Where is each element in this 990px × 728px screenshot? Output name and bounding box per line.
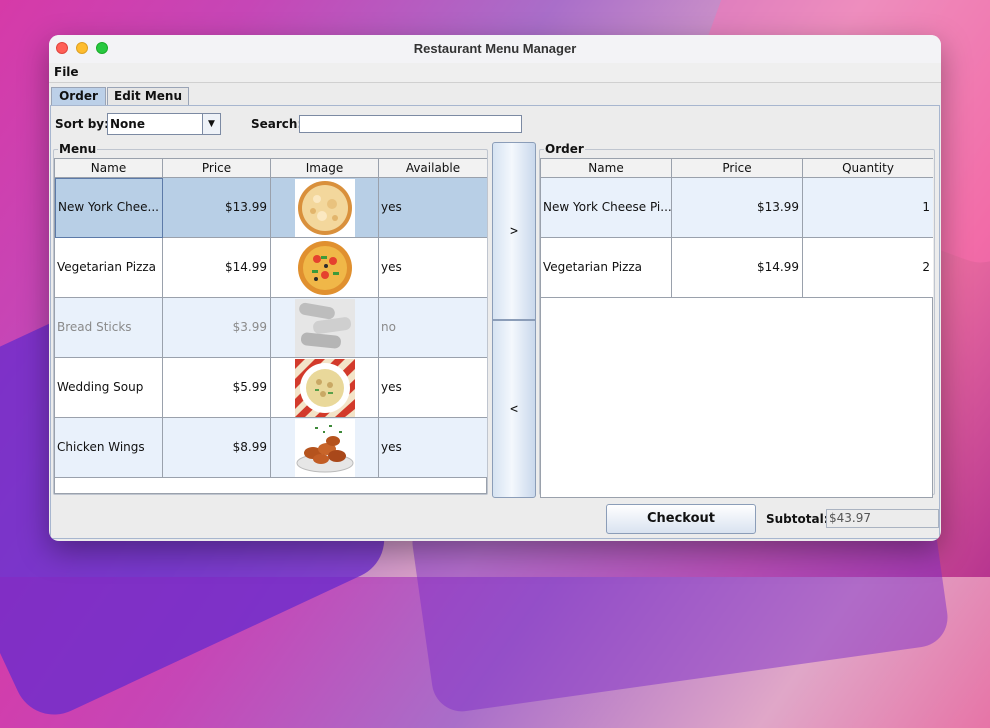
menu-cell-name: Vegetarian Pizza [55, 238, 163, 298]
order-table[interactable]: Name Price Quantity New York Cheese Pi..… [540, 158, 933, 498]
menu-cell-available: yes [379, 178, 487, 238]
remove-from-order-button[interactable]: < [492, 320, 536, 498]
sort-label: Sort by: [55, 117, 109, 131]
order-col-price[interactable]: Price [672, 159, 803, 178]
table-row[interactable]: Chicken Wings $8.99 yes [55, 418, 487, 478]
search-input[interactable] [299, 115, 522, 133]
menu-cell-name: Chicken Wings [55, 418, 163, 478]
checkout-button[interactable]: Checkout [606, 504, 756, 534]
cheese-pizza-image [271, 178, 379, 238]
menu-cell-price: $8.99 [163, 418, 271, 478]
menu-cell-available: yes [379, 418, 487, 478]
order-cell-quantity: 2 [803, 238, 933, 298]
order-cell-price: $14.99 [672, 238, 803, 298]
menu-table[interactable]: Name Price Image Available New York Chee… [54, 158, 487, 494]
order-col-name[interactable]: Name [541, 159, 672, 178]
menu-col-image[interactable]: Image [271, 159, 379, 178]
subtotal-label: Subtotal: [766, 512, 829, 526]
menu-cell-price: $5.99 [163, 358, 271, 418]
window-title: Restaurant Menu Manager [413, 41, 577, 56]
menu-group-title: Menu [58, 142, 98, 156]
menu-cell-available: no [379, 298, 487, 358]
menu-col-available[interactable]: Available [379, 159, 487, 178]
sort-selected-value: None [110, 117, 145, 131]
close-window-button[interactable] [56, 42, 68, 54]
menu-col-price[interactable]: Price [163, 159, 271, 178]
menu-cell-price: $13.99 [163, 178, 271, 238]
order-cell-price: $13.99 [672, 178, 803, 238]
sort-dropdown[interactable]: None ▼ [107, 113, 221, 135]
tab-edit-menu[interactable]: Edit Menu [107, 87, 189, 105]
order-cell-name: Vegetarian Pizza [541, 238, 672, 298]
menu-cell-available: yes [379, 358, 487, 418]
table-row[interactable]: Vegetarian Pizza $14.99 2 [541, 238, 933, 298]
vegetarian-pizza-image [271, 238, 379, 298]
app-window: Restaurant Menu Manager File Order Edit … [49, 35, 941, 541]
menu-cell-price: $14.99 [163, 238, 271, 298]
tab-order[interactable]: Order [51, 87, 106, 105]
table-row[interactable]: New York Cheese Pi... $13.99 1 [541, 178, 933, 238]
order-cell-quantity: 1 [803, 178, 933, 238]
bread-sticks-image [271, 298, 379, 358]
minimize-window-button[interactable] [76, 42, 88, 54]
table-row[interactable]: New York Chee... $13.99 yes [55, 178, 487, 238]
order-cell-name: New York Cheese Pi... [541, 178, 672, 238]
table-row[interactable]: Wedding Soup $5.99 yes [55, 358, 487, 418]
menu-cell-available: yes [379, 238, 487, 298]
subtotal-value: $43.97 [826, 509, 939, 528]
menu-col-name[interactable]: Name [55, 159, 163, 178]
menu-cell-name: Bread Sticks [55, 298, 163, 358]
order-group-title: Order [544, 142, 585, 156]
title-bar: Restaurant Menu Manager [49, 35, 941, 63]
table-row[interactable]: Bread Sticks $3.99 no [55, 298, 487, 358]
menu-file[interactable]: File [54, 65, 79, 79]
menu-cell-price: $3.99 [163, 298, 271, 358]
chicken-wings-image [271, 418, 379, 478]
add-to-order-button[interactable]: > [492, 142, 536, 320]
wedding-soup-image [271, 358, 379, 418]
order-col-quantity[interactable]: Quantity [803, 159, 933, 178]
chevron-down-icon[interactable]: ▼ [202, 114, 220, 134]
table-row[interactable]: Vegetarian Pizza $14.99 yes [55, 238, 487, 298]
menu-cell-name: Wedding Soup [55, 358, 163, 418]
search-label: Search: [251, 117, 303, 131]
menu-cell-name: New York Chee... [55, 178, 163, 238]
maximize-window-button[interactable] [96, 42, 108, 54]
menu-bar: File [49, 63, 941, 83]
